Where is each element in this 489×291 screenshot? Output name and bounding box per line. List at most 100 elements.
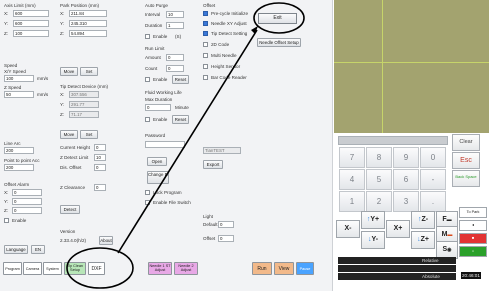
pause-button[interactable]: Pause <box>296 262 314 275</box>
multi-needle-checkbox[interactable] <box>203 53 208 58</box>
key-9[interactable]: 9 <box>393 147 419 168</box>
jog-z-plus-button[interactable]: ↓Z+ <box>411 231 435 249</box>
clear-key[interactable]: Clear <box>452 134 480 151</box>
run-limit-amount-input[interactable]: 0 <box>166 54 184 61</box>
tip-detect-x-input[interactable]: 307.556 <box>69 91 99 98</box>
home-button[interactable]: ⌂ <box>459 246 487 257</box>
jog-y-plus-button[interactable]: ↑Y+ <box>361 211 385 229</box>
esc-key[interactable]: Esc <box>452 152 480 169</box>
system-tab[interactable]: System <box>43 262 62 275</box>
key-0[interactable]: 0 <box>420 147 446 168</box>
2d-code-checkbox[interactable] <box>203 42 208 47</box>
key-2[interactable]: 2 <box>366 191 392 212</box>
dis-offset-label: Dis. Offset <box>60 165 82 170</box>
key-1[interactable]: 1 <box>339 191 365 212</box>
point-to-point-input[interactable]: 200 <box>4 164 34 171</box>
tip-clean-setup-button[interactable]: Tip Clean Setup <box>64 262 86 275</box>
jog-y-minus-button[interactable]: ↓Y- <box>361 231 385 249</box>
view-button[interactable]: View <box>274 262 294 275</box>
version-label: Version <box>60 229 76 234</box>
offset-alarm-y-input[interactable]: 0 <box>12 198 42 205</box>
jog-x-minus-button[interactable]: X- <box>336 220 360 238</box>
axis-limit-x-input[interactable]: 600 <box>13 10 49 17</box>
pre-cycle-checkbox[interactable] <box>203 11 208 16</box>
file-switch-checkbox[interactable] <box>145 200 150 205</box>
tip-detect-move-button[interactable]: Move <box>60 130 78 139</box>
park-move-button[interactable]: Move <box>60 67 78 76</box>
tip-detect-z-input[interactable]: 71.17 <box>69 111 99 118</box>
bar-code-checkbox[interactable] <box>203 75 208 80</box>
key-dot[interactable]: . <box>420 191 446 212</box>
purge-duration-label: Duration <box>145 23 163 28</box>
needle-2-adjust-button[interactable]: Needle 2 Adjust <box>174 262 198 275</box>
line-arc-input[interactable]: 200 <box>4 147 34 154</box>
printer-select[interactable]: TianTEST <box>203 147 241 154</box>
park-set-button[interactable]: Set <box>80 67 98 76</box>
fluid-duration-input[interactable]: 0 <box>145 104 171 111</box>
run-limit-count-input[interactable]: 0 <box>166 65 184 72</box>
detect-button[interactable]: Detect <box>60 205 80 214</box>
key-6[interactable]: 6 <box>393 169 419 190</box>
tip-detect-y-input[interactable]: 291.77 <box>69 101 99 108</box>
needle-offset-setup-button[interactable]: Needle Offset Setup <box>257 38 301 47</box>
key-3[interactable]: 3 <box>393 191 419 212</box>
jog-x-plus-button[interactable]: X+ <box>386 220 410 238</box>
to-park-button[interactable]: To Park <box>459 207 487 218</box>
camera-tab[interactable]: Camera <box>23 262 42 275</box>
language-button[interactable]: Language <box>4 245 28 254</box>
purge-enable-checkbox[interactable] <box>145 34 150 39</box>
offset-alarm-z-input[interactable]: 0 <box>12 207 42 214</box>
fluid-reset-button[interactable]: Reset <box>172 115 189 124</box>
z-clearance-input[interactable]: 0 <box>94 184 106 191</box>
key-7[interactable]: 7 <box>339 147 365 168</box>
change-password-button[interactable]: Change Password <box>147 171 169 184</box>
purge-interval-input[interactable]: 10 <box>166 11 184 18</box>
fluid-enable-label: Enable <box>153 117 168 122</box>
language-select[interactable]: EN <box>31 245 45 254</box>
open-button[interactable]: Open <box>147 157 167 166</box>
dxf-button[interactable]: DXF <box>88 262 105 275</box>
move-side-button[interactable]: ◂ <box>459 220 487 231</box>
key-4[interactable]: 4 <box>339 169 365 190</box>
light-default-input[interactable]: 0 <box>218 221 234 228</box>
z-speed-input[interactable]: 50 <box>4 91 34 98</box>
height-sensor-checkbox[interactable] <box>203 64 208 69</box>
jog-z-minus-button[interactable]: ↑Z- <box>411 211 435 229</box>
needle-1-adjust-button[interactable]: Needle 1 ST Adjust <box>148 262 172 275</box>
key-8[interactable]: 8 <box>366 147 392 168</box>
xy-speed-label: X/Y Speed <box>4 69 26 74</box>
camera-view[interactable] <box>334 0 489 133</box>
about-button[interactable]: About <box>99 236 113 245</box>
exit-button[interactable]: Exit <box>258 13 297 24</box>
needle-adjust-checkbox[interactable] <box>203 21 208 26</box>
export-button[interactable]: Export <box>203 160 223 169</box>
run-limit-enable-checkbox[interactable] <box>145 77 150 82</box>
axis-limit-z-input[interactable]: 100 <box>13 30 49 37</box>
xy-speed-input[interactable]: 100 <box>4 75 34 82</box>
offset-alarm-x-input[interactable]: 0 <box>12 189 42 196</box>
file-switch-label: Enable File Switch <box>153 200 191 205</box>
z-detect-limit-input[interactable]: 10 <box>94 154 106 161</box>
park-z-input[interactable]: 54.894 <box>69 30 107 37</box>
dis-offset-input[interactable]: 0 <box>94 164 106 171</box>
park-x-input[interactable]: 211.84 <box>69 10 107 17</box>
run-limit-reset-button[interactable]: Reset <box>172 75 189 84</box>
axis-limit-y-input[interactable]: 600 <box>13 20 49 27</box>
park-y-input[interactable]: 245.310 <box>69 20 107 27</box>
back-space-key[interactable]: Back Space <box>452 170 480 187</box>
offset-alarm-enable-checkbox[interactable] <box>4 218 9 223</box>
password-input[interactable] <box>145 141 185 148</box>
light-offset-input[interactable]: 0 <box>218 235 234 242</box>
tip-detect-setting-checkbox[interactable] <box>203 31 208 36</box>
axis-limit-y-label: Y: <box>4 21 9 26</box>
key-minus[interactable]: - <box>420 169 446 190</box>
key-5[interactable]: 5 <box>366 169 392 190</box>
fluid-enable-checkbox[interactable] <box>145 117 150 122</box>
purge-duration-input[interactable]: 1 <box>166 22 184 29</box>
tip-detect-set-button[interactable]: Set <box>80 130 98 139</box>
program-tab[interactable]: Program <box>3 262 22 275</box>
run-button[interactable]: Run <box>252 262 272 275</box>
stop-button[interactable]: ■ <box>459 233 487 244</box>
lock-program-checkbox[interactable] <box>145 190 150 195</box>
current-height-input[interactable]: 0 <box>94 144 106 151</box>
